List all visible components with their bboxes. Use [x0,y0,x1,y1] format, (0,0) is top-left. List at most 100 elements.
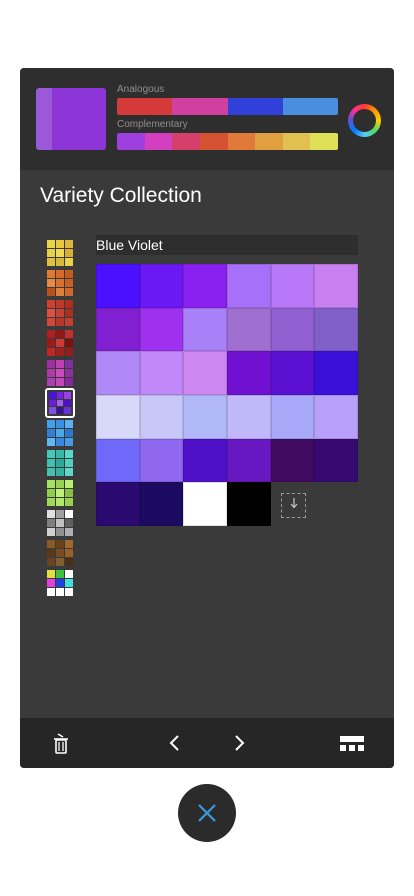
palette-thumbnail-brown[interactable] [45,538,75,568]
palette-thumbnail-cell [47,579,55,587]
analogous-swatch[interactable] [227,98,283,115]
palette-thumbnail-cell [47,270,55,278]
color-swatch[interactable] [183,438,227,483]
palette-thumbnail-cell [56,489,64,497]
color-swatch[interactable] [139,438,184,483]
palette-thumbnail-blue-violet[interactable] [45,388,75,418]
palette-thumbnail-gray[interactable] [45,508,75,538]
color-swatch[interactable] [139,482,184,526]
add-swatch-button[interactable] [281,493,306,518]
complementary-swatch[interactable] [255,133,283,150]
palette-thumbnail-cell [65,288,73,296]
complementary-swatch[interactable] [117,133,145,150]
palette-thumbnail-cell [65,558,73,566]
color-swatch[interactable] [226,307,271,352]
color-swatch[interactable] [96,438,140,483]
color-swatch[interactable] [183,351,227,395]
palette-thumbnail-cell [56,429,64,437]
analogous-swatch[interactable] [282,98,338,115]
complementary-swatch[interactable] [172,133,200,150]
close-button[interactable] [178,784,236,842]
palette-thumbnail-cell [47,258,55,266]
palette-thumbnail-crimson[interactable] [45,328,75,358]
palette-thumbnail-blue[interactable] [45,418,75,448]
color-swatch[interactable] [96,482,140,526]
palette-thumbnail-cell [56,420,64,428]
color-swatch[interactable] [226,351,271,395]
palette-thumbnail-cell [47,549,55,557]
complementary-swatch[interactable] [144,133,173,150]
chevron-right-icon [235,735,245,751]
color-swatch[interactable] [139,264,184,308]
color-swatch[interactable] [314,351,358,395]
color-swatch[interactable] [183,482,227,526]
palette-thumbnail-cell [56,407,64,414]
color-swatch[interactable] [96,307,140,352]
analogous-label: Analogous [117,84,165,95]
color-swatch[interactable] [226,438,271,483]
color-swatch[interactable] [226,482,271,526]
palette-thumbnail-cell [64,407,71,414]
analogous-swatch[interactable] [172,98,228,115]
color-swatch[interactable] [226,394,271,439]
layout-toggle-button[interactable] [330,718,374,768]
color-swatch[interactable] [314,394,358,439]
analogous-swatch-bar[interactable] [117,98,338,115]
current-color-swatch[interactable] [36,88,106,150]
color-swatch[interactable] [183,264,227,308]
palette-thumbnail-cell [56,549,64,557]
palette-thumbnail-yellow[interactable] [45,238,75,268]
color-swatch[interactable] [96,394,140,439]
color-swatch[interactable] [139,394,184,439]
color-swatch[interactable] [96,264,140,308]
palette-thumbnail-mixed[interactable] [45,568,75,598]
color-swatch[interactable] [183,394,227,439]
color-swatch[interactable] [270,264,315,308]
palette-thumbnail-cell [56,570,64,578]
palette-thumbnail-cell [47,468,55,476]
palette-thumbnail-cell [47,489,55,497]
color-swatch[interactable] [139,351,184,395]
palette-thumbnail-orange[interactable] [45,268,75,298]
current-color[interactable] [52,88,106,150]
chevron-left-icon [169,735,179,751]
color-swatch[interactable] [270,394,315,439]
color-swatch[interactable] [139,307,184,352]
delete-palette-button[interactable] [39,718,83,768]
color-swatch[interactable] [270,351,315,395]
palette-thumbnail-cell [65,510,73,518]
palette-thumbnail-cell [65,429,73,437]
palette-thumbnail-green[interactable] [45,478,75,508]
color-swatch[interactable] [270,307,315,352]
palette-thumbnail-magenta[interactable] [45,358,75,388]
complementary-swatch[interactable] [227,133,256,150]
palette-thumbnail-cell [65,270,73,278]
palette-thumbnail-cell [56,588,64,596]
palette-thumbnail-cell [49,392,56,399]
color-wheel-icon[interactable] [348,104,381,137]
color-swatch[interactable] [96,351,140,395]
color-swatch[interactable] [270,438,315,483]
palette-thumbnail-cell [65,549,73,557]
color-swatch[interactable] [314,438,358,483]
palette-name-field[interactable]: Blue Violet [96,235,358,255]
complementary-swatch-bar[interactable] [117,133,338,150]
palette-thumbnail-cell [65,438,73,446]
next-palette-button[interactable] [217,718,261,768]
palette-thumbnail-red[interactable] [45,298,75,328]
complementary-swatch[interactable] [199,133,228,150]
color-swatch[interactable] [183,307,227,352]
complementary-swatch[interactable] [310,133,338,150]
complementary-swatch[interactable] [282,133,311,150]
previous-palette-button[interactable] [153,718,197,768]
color-swatch[interactable] [314,264,358,308]
grid-layout-icon [340,736,364,751]
palette-thumbnail-cell [65,330,73,338]
palette-thumbnail-cell [47,360,55,368]
analogous-swatch[interactable] [117,98,173,115]
color-swatch[interactable] [226,264,271,308]
previous-color[interactable] [36,88,52,150]
palette-thumbnail-cell [56,540,64,548]
palette-thumbnail-teal[interactable] [45,448,75,478]
color-swatch[interactable] [314,307,358,352]
